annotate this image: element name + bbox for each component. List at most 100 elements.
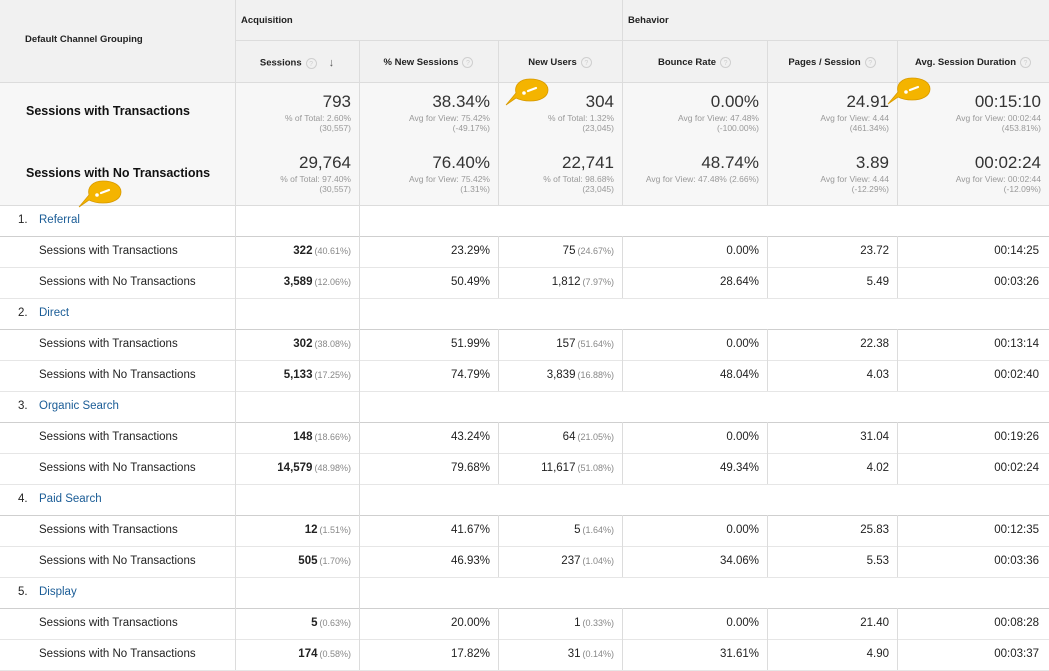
cell-pages-per-session: 4.02 xyxy=(866,462,889,474)
cell-bounce-rate: 28.64% xyxy=(719,276,759,288)
column-header-pages-per-session[interactable]: Pages / Session? xyxy=(767,57,897,68)
column-header-bounce-rate[interactable]: Bounce Rate? xyxy=(622,57,767,68)
cell-new-sessions: 51.99% xyxy=(450,338,490,350)
sessions-value: 505 xyxy=(298,555,318,567)
cell-new-users: 1,812 (7.97%) xyxy=(552,276,614,288)
divider xyxy=(359,360,360,391)
channel-link[interactable]: Display xyxy=(39,586,77,598)
divider xyxy=(622,82,623,205)
divider xyxy=(359,205,360,236)
sessions-percent: (12.06%) xyxy=(314,277,351,287)
cell-sessions: 14,579 (48.98%) xyxy=(277,462,351,474)
annotation-pin-icon[interactable] xyxy=(886,76,932,106)
cell-avg-session-duration: 00:02:40 xyxy=(994,369,1039,381)
divider xyxy=(622,267,623,298)
divider xyxy=(498,82,499,205)
total-value: 793 xyxy=(322,92,351,111)
total-value: 22,741 xyxy=(562,153,614,172)
cell-new-users: 75 (24.67%) xyxy=(563,245,614,257)
cell-bounce-rate: 48.04% xyxy=(719,369,759,381)
cell-sessions: 505 (1.70%) xyxy=(298,555,351,567)
divider xyxy=(767,329,768,360)
divider xyxy=(622,639,623,670)
total-sub-line: (30,557) xyxy=(319,184,351,194)
divider xyxy=(767,360,768,391)
divider xyxy=(498,639,499,670)
channel-link[interactable]: Referral xyxy=(39,214,80,226)
divider xyxy=(235,391,236,422)
analytics-report-table: Default Channel Grouping Acquisition Behav… xyxy=(0,0,1049,671)
channel-index: 1. xyxy=(18,214,28,226)
divider xyxy=(235,82,236,205)
sessions-value: 5 xyxy=(311,617,318,629)
cell-new-sessions: 79.68% xyxy=(450,462,490,474)
row-label: Sessions with No Transactions xyxy=(39,276,196,288)
totals-cell-sessions: 793 % of Total: 2.60% (30,557) xyxy=(235,83,359,144)
help-icon[interactable]: ? xyxy=(720,57,732,68)
total-sub-line: Avg for View: 75.42% xyxy=(409,174,490,184)
row-label: Sessions with No Transactions xyxy=(39,462,196,474)
cell-sessions: 322 (40.61%) xyxy=(293,245,351,257)
channel-row xyxy=(0,391,1049,422)
total-sub-line: (-49.17%) xyxy=(452,123,490,133)
new-users-percent: (16.88%) xyxy=(577,370,614,380)
divider xyxy=(897,360,898,391)
cell-new-sessions: 46.93% xyxy=(450,555,490,567)
help-icon[interactable]: ? xyxy=(580,57,592,68)
divider xyxy=(498,267,499,298)
help-icon[interactable]: ? xyxy=(462,57,474,68)
column-header-new-users[interactable]: New Users? xyxy=(498,57,622,68)
cell-new-users: 3,839 (16.88%) xyxy=(547,369,614,381)
sessions-value: 148 xyxy=(293,431,313,443)
cell-bounce-rate: 34.06% xyxy=(719,555,759,567)
cell-pages-per-session: 23.72 xyxy=(860,245,889,257)
cell-new-sessions: 50.49% xyxy=(450,276,490,288)
column-header-avg-session-duration[interactable]: Avg. Session Duration? xyxy=(897,57,1049,68)
total-value: 76.40% xyxy=(432,153,490,172)
cell-new-users: 31 (0.14%) xyxy=(568,648,614,660)
cell-avg-session-duration: 00:02:24 xyxy=(994,462,1039,474)
divider xyxy=(897,515,898,546)
channel-index: 5. xyxy=(18,586,28,598)
new-users-value: 1 xyxy=(574,617,581,629)
annotation-pin-icon[interactable] xyxy=(504,77,550,107)
cell-avg-session-duration: 00:03:37 xyxy=(994,648,1039,660)
total-sub-line: (1.31%) xyxy=(460,184,490,194)
column-header-new-sessions[interactable]: % New Sessions? xyxy=(359,57,498,68)
divider xyxy=(767,422,768,453)
column-header-label: Avg. Session Duration xyxy=(915,57,1016,69)
divider xyxy=(897,422,898,453)
help-icon[interactable]: ? xyxy=(1020,57,1031,68)
totals-cell-pages-per-session: 24.91 Avg for View: 4.44 (461.34%) xyxy=(767,83,897,144)
column-header-sessions[interactable]: Sessions? ↓ xyxy=(235,57,359,69)
divider xyxy=(235,639,236,670)
cell-new-sessions: 43.24% xyxy=(450,431,490,443)
total-sub-line: (-12.09%) xyxy=(1003,184,1041,194)
totals-cell-bounce-rate: 48.74% Avg for View: 47.48% (2.66%) xyxy=(622,144,767,205)
channel-link[interactable]: Direct xyxy=(39,307,69,319)
new-users-value: 75 xyxy=(562,245,576,257)
sessions-percent: (38.08%) xyxy=(314,339,351,349)
divider xyxy=(235,329,236,360)
totals-cell-new-sessions: 38.34% Avg for View: 75.42% (-49.17%) xyxy=(359,83,498,144)
divider xyxy=(359,329,360,360)
total-sub-line: % of Total: 1.32% xyxy=(548,113,614,123)
dimension-header[interactable]: Default Channel Grouping xyxy=(25,34,143,45)
divider xyxy=(498,422,499,453)
cell-avg-session-duration: 00:13:14 xyxy=(994,338,1039,350)
cell-new-sessions: 17.82% xyxy=(450,648,490,660)
divider xyxy=(767,639,768,670)
channel-link[interactable]: Paid Search xyxy=(39,493,102,505)
annotation-pin-icon[interactable] xyxy=(77,179,123,209)
totals-cell-pages-per-session: 3.89 Avg for View: 4.44 (-12.29%) xyxy=(767,144,897,205)
divider xyxy=(622,608,623,639)
divider xyxy=(498,236,499,267)
channel-link[interactable]: Organic Search xyxy=(39,400,119,412)
help-icon[interactable]: ? xyxy=(305,57,317,69)
help-icon[interactable]: ? xyxy=(864,57,876,68)
cell-sessions: 5,133 (17.25%) xyxy=(284,369,351,381)
divider xyxy=(235,40,1049,41)
total-sub-line: % of Total: 2.60% xyxy=(285,113,351,123)
total-sub-line: Avg for View: 47.48% (2.66%) xyxy=(645,174,759,184)
sort-descending-icon[interactable]: ↓ xyxy=(329,57,335,69)
